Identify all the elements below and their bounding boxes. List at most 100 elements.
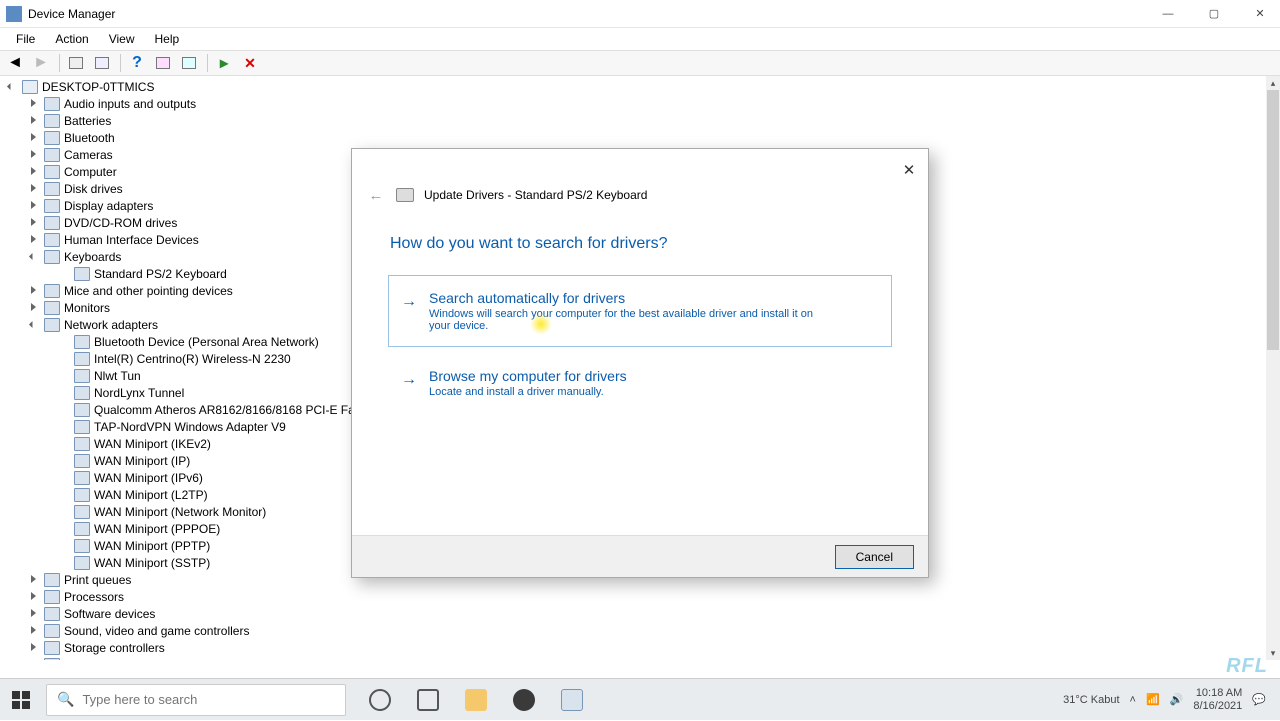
twisty-closed-icon[interactable] — [28, 574, 40, 586]
taskbar-task-view[interactable] — [406, 679, 450, 721]
tree-category[interactable]: Audio inputs and outputs — [0, 95, 1266, 112]
toolbar-show-hidden-button[interactable] — [65, 53, 87, 73]
help-icon: ? — [132, 54, 142, 72]
clock-time: 10:18 AM — [1193, 687, 1242, 699]
properties-icon — [95, 57, 109, 69]
toolbar-help-button[interactable]: ? — [126, 53, 148, 73]
taskbar: 🔍 31°C Kabut ˄ 📶 🔊 10:18 AM 8/16/2021 💬 — [0, 678, 1280, 720]
scan-icon — [156, 57, 170, 69]
taskbar-app-device-manager[interactable] — [550, 679, 594, 721]
weather-widget[interactable]: 31°C Kabut — [1063, 694, 1119, 706]
twisty-closed-icon[interactable] — [28, 625, 40, 637]
toolbar-update-button[interactable] — [178, 53, 200, 73]
device-icon — [44, 641, 60, 655]
tree-category[interactable]: Storage controllers — [0, 639, 1266, 656]
twisty-closed-icon[interactable] — [28, 285, 40, 297]
tree-category[interactable]: Processors — [0, 588, 1266, 605]
taskbar-cortana[interactable] — [358, 679, 402, 721]
minimize-button[interactable]: — — [1154, 4, 1182, 24]
toolbar-scan-button[interactable] — [152, 53, 174, 73]
computer-icon — [22, 80, 38, 94]
taskbar-search[interactable]: 🔍 — [46, 684, 346, 716]
twisty-closed-icon[interactable] — [28, 642, 40, 654]
twisty-closed-icon[interactable] — [28, 302, 40, 314]
vertical-scrollbar[interactable]: ▴ ▾ — [1266, 76, 1280, 660]
maximize-button[interactable]: ▢ — [1200, 4, 1228, 24]
device-icon — [44, 216, 60, 230]
twisty-open-icon[interactable] — [28, 319, 40, 331]
option-browse-computer[interactable]: → Browse my computer for drivers Locate … — [388, 353, 892, 413]
menu-help[interactable]: Help — [145, 30, 190, 48]
tree-item-label: WAN Miniport (PPPOE) — [94, 522, 220, 536]
twisty-closed-icon[interactable] — [28, 234, 40, 246]
dialog-back-button[interactable]: ← — [366, 185, 386, 205]
menu-view[interactable]: View — [99, 30, 145, 48]
twisty-closed-icon[interactable] — [28, 98, 40, 110]
toolbar-enable-button[interactable]: ▸ — [213, 53, 235, 73]
menu-action[interactable]: Action — [45, 30, 98, 48]
dialog-footer: Cancel — [352, 535, 928, 577]
twisty-closed-icon[interactable] — [28, 166, 40, 178]
tree-item-label: Bluetooth Device (Personal Area Network) — [94, 335, 319, 349]
tree-category[interactable]: System devices — [0, 656, 1266, 660]
start-button[interactable] — [0, 679, 42, 721]
tree-item-label: Display adapters — [64, 199, 153, 213]
system-clock[interactable]: 10:18 AM 8/16/2021 — [1193, 687, 1242, 711]
watermark: RFL — [1226, 655, 1268, 678]
tree-category[interactable]: Software devices — [0, 605, 1266, 622]
tree-item-label: Processors — [64, 590, 124, 604]
device-icon — [44, 165, 60, 179]
twisty-closed-icon[interactable] — [28, 217, 40, 229]
option-title: Search automatically for drivers — [429, 290, 871, 306]
toolbar-uninstall-button[interactable]: ✕ — [239, 53, 261, 73]
tree-item-label: DVD/CD-ROM drives — [64, 216, 177, 230]
scrollbar-down-arrow-icon[interactable]: ▾ — [1266, 646, 1280, 660]
dialog-close-button[interactable]: ✕ — [898, 159, 920, 181]
cancel-button[interactable]: Cancel — [835, 545, 914, 569]
option-search-automatically[interactable]: → Search automatically for drivers Windo… — [388, 275, 892, 347]
menu-file[interactable]: File — [6, 30, 45, 48]
option-body: Browse my computer for drivers Locate an… — [429, 368, 871, 398]
twisty-closed-icon[interactable] — [28, 115, 40, 127]
scrollbar-up-arrow-icon[interactable]: ▴ — [1266, 76, 1280, 90]
toolbar-forward-button[interactable]: ► — [30, 53, 52, 73]
taskbar-file-explorer[interactable] — [454, 679, 498, 721]
twisty-closed-icon[interactable] — [28, 591, 40, 603]
toolbar-properties-button[interactable] — [91, 53, 113, 73]
twisty-closed-icon[interactable] — [28, 149, 40, 161]
dialog-question: How do you want to search for drivers? — [352, 205, 928, 269]
device-icon — [44, 97, 60, 111]
toolbar-back-button[interactable]: ◄ — [4, 53, 26, 73]
twisty-closed-icon[interactable] — [28, 183, 40, 195]
device-icon — [44, 148, 60, 162]
twisty-closed-icon[interactable] — [28, 132, 40, 144]
titlebar: Device Manager — ▢ ✕ — [0, 0, 1280, 28]
notifications-icon[interactable]: 💬 — [1252, 693, 1266, 706]
tree-category[interactable]: Sound, video and game controllers — [0, 622, 1266, 639]
network-adapter-icon — [74, 505, 90, 519]
twisty-closed-icon[interactable] — [28, 659, 40, 661]
app-icon — [6, 6, 22, 22]
twisty-open-icon[interactable] — [6, 81, 18, 93]
search-input[interactable] — [82, 692, 335, 707]
tree-root[interactable]: DESKTOP-0TTMICS — [0, 78, 1266, 95]
tree-category[interactable]: Bluetooth — [0, 129, 1266, 146]
search-icon: 🔍 — [57, 691, 74, 708]
tray-network-icon[interactable]: 📶 — [1146, 693, 1160, 706]
tray-chevron-up-icon[interactable]: ˄ — [1130, 694, 1136, 706]
scrollbar-thumb[interactable] — [1267, 90, 1279, 350]
tree-category[interactable]: Batteries — [0, 112, 1266, 129]
network-adapter-icon — [74, 471, 90, 485]
device-icon — [44, 624, 60, 638]
close-button[interactable]: ✕ — [1246, 4, 1274, 24]
twisty-closed-icon[interactable] — [28, 200, 40, 212]
tree-item-label: WAN Miniport (L2TP) — [94, 488, 208, 502]
tray-volume-icon[interactable]: 🔊 — [1170, 693, 1184, 706]
keyboard-icon — [74, 267, 90, 281]
option-body: Search automatically for drivers Windows… — [429, 290, 871, 332]
twisty-open-icon[interactable] — [28, 251, 40, 263]
taskbar-app-obs[interactable] — [502, 679, 546, 721]
task-view-icon — [417, 689, 439, 711]
arrow-right-icon: ► — [33, 54, 49, 72]
twisty-closed-icon[interactable] — [28, 608, 40, 620]
